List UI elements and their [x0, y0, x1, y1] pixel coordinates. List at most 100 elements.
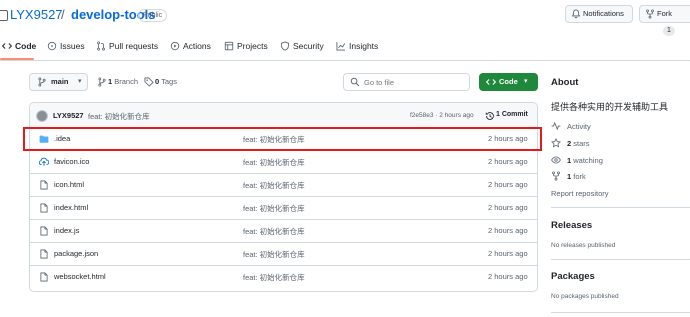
- play-icon: [170, 41, 180, 51]
- watching-label: watching: [573, 156, 603, 165]
- report-repository-link[interactable]: Report repository: [551, 189, 609, 198]
- fork-icon: [645, 9, 655, 19]
- sidebar-divider: [551, 312, 690, 313]
- go-to-file-input[interactable]: [364, 75, 464, 89]
- repo-icon: [0, 10, 8, 21]
- watching-link[interactable]: 1 watching: [551, 156, 603, 165]
- commit-author-link[interactable]: LYX9527: [53, 111, 84, 120]
- code-icon: [486, 77, 496, 87]
- activity-label: Activity: [567, 122, 591, 131]
- activity-link[interactable]: Activity: [551, 121, 591, 131]
- tab-label: Actions: [183, 41, 211, 51]
- path-separator: /: [61, 7, 65, 22]
- caret-down-icon: ▾: [524, 78, 528, 85]
- shield-icon: [280, 41, 290, 51]
- code-button-label: Code: [499, 77, 518, 86]
- table-row[interactable]: websocket.html feat: 初始化新仓库 2 hours ago: [30, 266, 537, 289]
- branch-icon: [97, 77, 107, 87]
- branch-icon: [37, 77, 47, 87]
- tab-label: Security: [293, 41, 324, 51]
- file-name-link[interactable]: icon.html: [54, 180, 84, 189]
- file-icon: [39, 203, 49, 213]
- sidebar-divider: [551, 207, 690, 208]
- visibility-badge: Public: [138, 9, 168, 22]
- commit-hash-time[interactable]: f2e58e3 · 2 hours ago: [410, 112, 474, 119]
- commits-history-link[interactable]: 1 Commit: [485, 111, 528, 121]
- table-row[interactable]: index.js feat: 初始化新仓库 2 hours ago: [30, 220, 537, 243]
- eye-icon: [551, 155, 561, 165]
- tab-actions[interactable]: Actions: [170, 32, 211, 60]
- tab-insights[interactable]: Insights: [336, 32, 378, 60]
- table-row[interactable]: package.json feat: 初始化新仓库 2 hours ago: [30, 243, 537, 266]
- file-commit-message[interactable]: feat: 初始化新仓库: [243, 226, 305, 237]
- stars-link[interactable]: 2 stars: [551, 138, 590, 148]
- stars-count: 2: [567, 139, 572, 148]
- repo-description: 提供各种实用的开发辅助工具: [551, 102, 669, 112]
- tags-count: 0: [155, 77, 160, 86]
- file-name-link[interactable]: index.js: [54, 226, 79, 235]
- packages-empty-text: No packages published: [551, 293, 619, 300]
- tab-issues[interactable]: Issues: [47, 32, 85, 60]
- stars-label: stars: [573, 139, 590, 148]
- issue-icon: [47, 41, 57, 51]
- file-commit-message[interactable]: feat: 初始化新仓库: [243, 249, 305, 260]
- repo-owner-link[interactable]: LYX9527: [10, 7, 63, 22]
- graph-icon: [336, 41, 346, 51]
- repo-nav-tabs: Code Issues Pull requests Actions Projec…: [0, 32, 690, 61]
- releases-title[interactable]: Releases: [551, 220, 592, 231]
- table-row[interactable]: favicon.ico feat: 初始化新仓库 2 hours ago: [30, 151, 537, 174]
- file-commit-date: 2 hours ago: [488, 203, 528, 212]
- notifications-label: Notifications: [583, 9, 624, 18]
- file-commit-date: 2 hours ago: [488, 226, 528, 235]
- tab-pull-requests[interactable]: Pull requests: [96, 32, 158, 60]
- packages-title[interactable]: Packages: [551, 271, 595, 282]
- tab-security[interactable]: Security: [280, 32, 324, 60]
- branches-count: 1: [108, 77, 113, 86]
- file-name-link[interactable]: index.html: [54, 203, 88, 212]
- releases-empty-text: No releases published: [551, 242, 616, 249]
- file-commit-message[interactable]: feat: 初始化新仓库: [243, 203, 305, 214]
- tab-label: Projects: [237, 41, 268, 51]
- history-icon: [485, 111, 495, 121]
- pulse-icon: [551, 121, 561, 131]
- file-name-link[interactable]: package.json: [54, 249, 98, 258]
- commit-message-link[interactable]: feat: 初始化新仓库: [88, 111, 150, 122]
- bell-icon: [571, 9, 581, 19]
- about-sidebar: About 提供各种实用的开发辅助工具 Activity 2 stars 1 w…: [551, 62, 690, 317]
- code-dropdown-button[interactable]: Code ▾: [479, 73, 538, 91]
- notifications-button[interactable]: Notifications: [565, 5, 633, 23]
- tab-projects[interactable]: Projects: [224, 32, 268, 60]
- file-commit-date: 2 hours ago: [488, 272, 528, 281]
- table-row[interactable]: icon.html feat: 初始化新仓库 2 hours ago: [30, 174, 537, 197]
- search-icon: [350, 77, 360, 87]
- file-icon: [39, 272, 49, 282]
- branches-link[interactable]: 1 Branch: [97, 73, 138, 91]
- file-commit-message[interactable]: feat: 初始化新仓库: [243, 272, 305, 283]
- tab-label: Code: [15, 41, 37, 51]
- avatar[interactable]: [36, 110, 48, 122]
- file-name-link[interactable]: websocket.html: [54, 272, 106, 281]
- fork-icon: [551, 171, 561, 181]
- tab-code[interactable]: Code: [2, 32, 36, 60]
- go-to-file-search[interactable]: [343, 73, 470, 91]
- file-commit-message[interactable]: feat: 初始化新仓库: [243, 180, 305, 191]
- branch-name: main: [51, 77, 69, 86]
- table-row[interactable]: index.html feat: 初始化新仓库 2 hours ago: [30, 197, 537, 220]
- branches-label: Branch: [114, 77, 139, 86]
- tags-label: Tags: [161, 77, 177, 86]
- latest-commit-bar: LYX9527 feat: 初始化新仓库 f2e58e3 · 2 hours a…: [30, 103, 537, 128]
- watching-count: 1: [567, 156, 572, 165]
- about-title: About: [551, 77, 579, 88]
- commits-label: 1 Commit: [496, 111, 528, 118]
- fork-label: Fork: [657, 9, 672, 18]
- file-name-link[interactable]: favicon.ico: [54, 157, 89, 166]
- tag-icon: [144, 77, 154, 87]
- file-commit-date: 2 hours ago: [488, 157, 528, 166]
- tags-link[interactable]: 0 Tags: [144, 73, 177, 91]
- forks-link[interactable]: 1 fork: [551, 171, 586, 181]
- fork-button[interactable]: Fork 1: [639, 5, 690, 36]
- pull-request-icon: [96, 41, 106, 51]
- forks-label: fork: [573, 172, 586, 181]
- branch-selector-button[interactable]: main ▾: [29, 73, 88, 91]
- file-commit-message[interactable]: feat: 初始化新仓库: [243, 157, 305, 168]
